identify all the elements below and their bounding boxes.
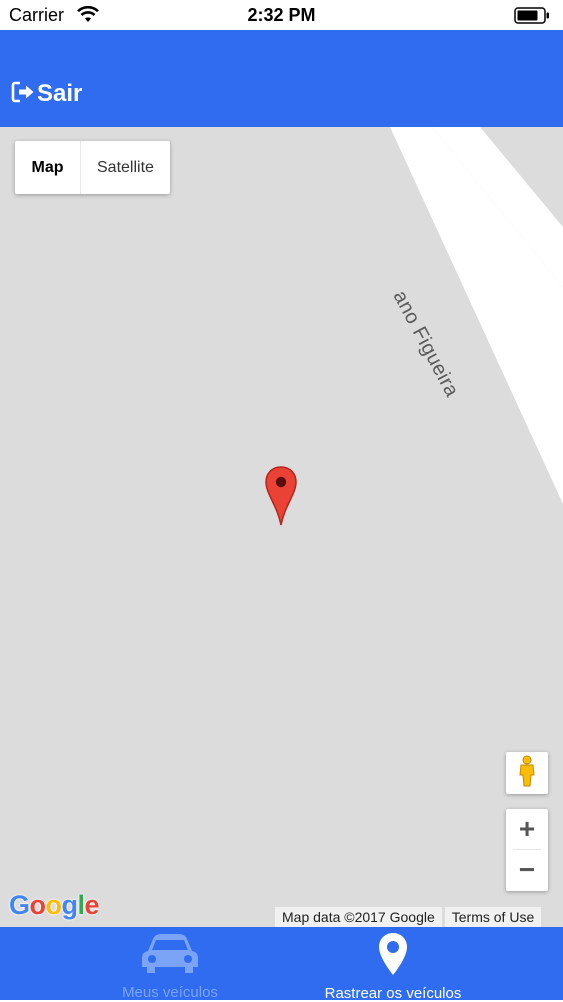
- terms-of-use-link[interactable]: Terms of Use: [444, 907, 542, 927]
- bottom-tab-bar: Meus veículos Rastrear os veículos: [0, 927, 563, 1002]
- map-marker-icon: [378, 932, 408, 981]
- map-view[interactable]: ano Figueira Map Satellite + − Google Ma…: [0, 127, 563, 927]
- logout-label: Sair: [37, 80, 83, 107]
- pegman-icon: [517, 755, 537, 792]
- map-type-satellite-button[interactable]: Satellite: [81, 141, 170, 194]
- car-icon: [141, 933, 199, 980]
- tab-track-vehicles[interactable]: Rastrear os veículos: [300, 927, 486, 1002]
- map-attribution: Map data ©2017 Google Terms of Use: [275, 907, 542, 927]
- sign-out-icon: [11, 81, 35, 108]
- google-logo: Google: [9, 890, 100, 920]
- street-view-button[interactable]: [506, 752, 548, 794]
- tab-track-vehicles-label: Rastrear os veículos: [324, 985, 462, 1002]
- battery-icon: [514, 7, 550, 29]
- map-marker-icon[interactable]: [264, 465, 298, 532]
- clock: 2:32 PM: [247, 5, 316, 25]
- tab-my-vehicles-label: Meus veículos: [122, 984, 218, 1001]
- app-header: Sair: [0, 30, 563, 127]
- zoom-control: + −: [506, 809, 548, 891]
- logout-button[interactable]: Sair: [11, 78, 82, 110]
- zoom-out-button[interactable]: −: [506, 850, 548, 890]
- map-type-map-button[interactable]: Map: [15, 141, 80, 194]
- map-type-control: Map Satellite: [15, 141, 170, 194]
- map-data-credit: Map data ©2017 Google: [275, 907, 442, 927]
- tab-my-vehicles[interactable]: Meus veículos: [95, 927, 245, 1001]
- zoom-in-button[interactable]: +: [506, 809, 548, 849]
- status-bar: Carrier 2:32 PM: [0, 0, 563, 30]
